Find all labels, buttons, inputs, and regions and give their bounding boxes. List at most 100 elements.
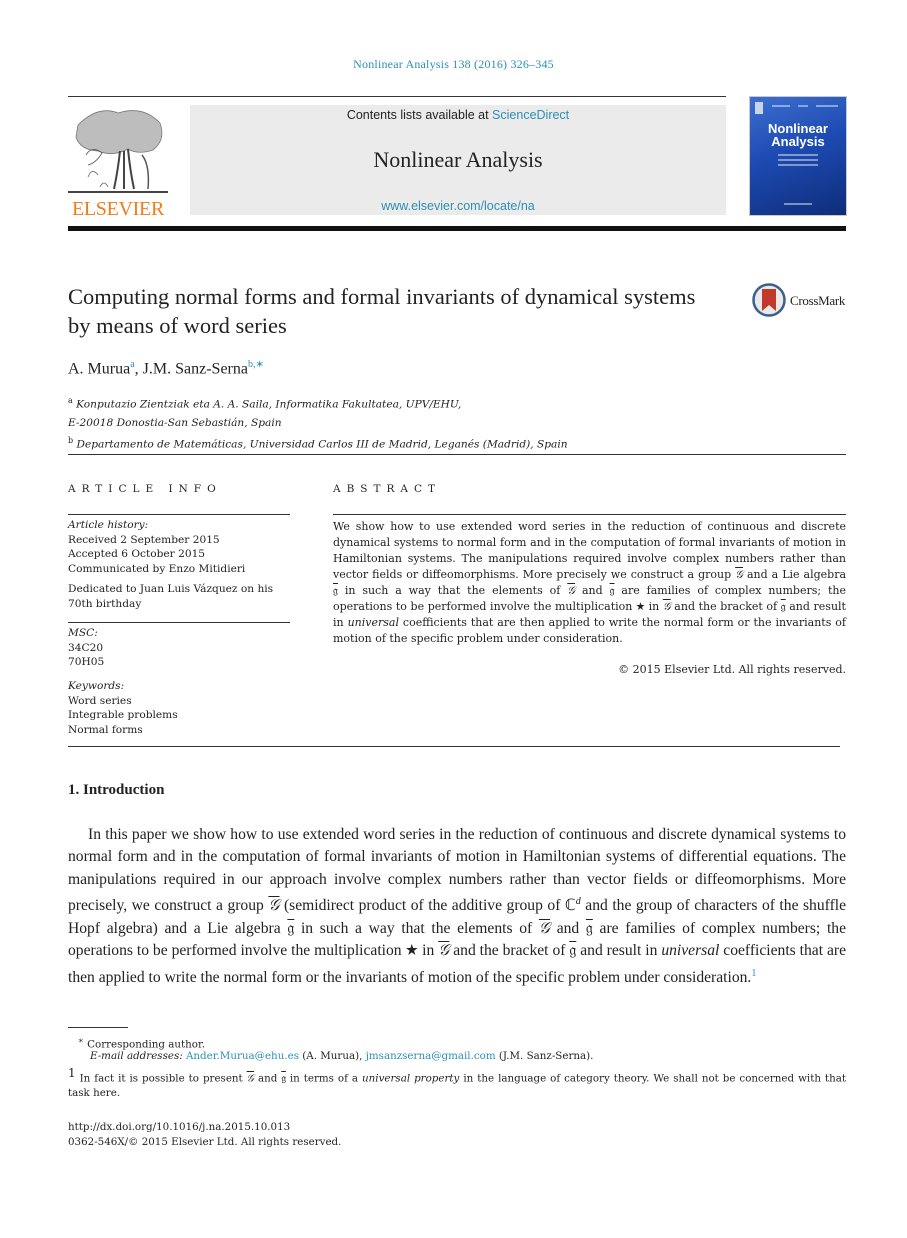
article-info-rule [68,622,290,623]
inline-text: 𝒢 [567,584,576,597]
crossmark-icon [752,283,786,317]
affiliation-mark: a [68,396,73,405]
journal-cover-image[interactable]: Nonlinear Analysis [750,97,846,215]
keywords: Keywords: Word series Integrable problem… [68,679,298,737]
abstract-rule [333,514,846,515]
keywords-label: Keywords: [68,680,125,692]
inline-text: and result in [576,942,662,960]
inline-text: 𝒢 [268,897,280,915]
affiliation-a: a Konputazio Zientziak eta A. A. Saila, … [68,392,848,414]
msc-code: 34C20 [68,641,104,654]
author-name: J.M. Sanz-Serna [142,360,248,378]
elsevier-wordmark: ELSEVIER [71,198,165,220]
inline-text: (J.M. Sanz-Serna). [495,1050,594,1062]
section-rule [68,746,840,747]
abstract-heading: ABSTRACT [333,483,442,495]
header-rule [68,96,726,97]
author-list: A. Muruaa, J.M. Sanz-Sernab,∗ [68,359,264,378]
abstract-text: We show how to use extended word series … [333,519,846,647]
inline-text: 𝒢 [438,942,450,960]
contents-line: Contents lists available at ScienceDirec… [190,108,726,122]
journal-name: Nonlinear Analysis [373,147,543,172]
affiliation-mark[interactable]: a [130,359,134,370]
affiliation-b: b Departamento de Matemáticas, Universid… [68,432,848,454]
issn-copyright: 0362-546X/© 2015 Elsevier Ltd. All right… [68,1136,342,1148]
paper-title: Computing normal forms and formal invari… [68,284,696,338]
section-heading-introduction: 1. Introduction [68,782,165,798]
cover-publisher-icon [755,102,763,114]
inline-text: 𝒢 [538,919,551,937]
affiliation-a-line2: E-20018 Donostia-San Sebastián, Spain [68,416,282,429]
email-link-murua[interactable]: Ander.Murua@ehu.es [186,1050,299,1062]
journal-header-box: Contents lists available at ScienceDirec… [190,105,726,215]
header-thick-rule [68,226,846,231]
dedication: Dedicated to Juan Luis Vázquez on his 70… [68,583,274,610]
keyword: Word series [68,694,132,707]
cover-text-line [816,105,838,107]
received-date: Received 2 September 2015 [68,533,220,546]
inline-text: coefficients that are then applied to wr… [333,616,846,645]
inline-text: universal [347,616,399,629]
footnote-1-link[interactable]: 1 [751,968,756,979]
crossmark-label: CrossMark [790,293,846,308]
crossmark-button[interactable]: CrossMark [752,282,852,322]
inline-text: (A. Murua), [298,1050,366,1062]
accepted-date: Accepted 6 October 2015 [68,548,206,560]
abstract-copyright: © 2015 Elsevier Ltd. All rights reserved… [618,663,846,676]
journal-citation-link[interactable]: Nonlinear Analysis 138 (2016) 326–345 [0,57,907,72]
inline-text: ∗ [78,1036,84,1046]
msc-codes: MSC: 34C20 70H05 [68,626,298,670]
history-label: Article history: [68,519,149,531]
inline-text: and [254,1072,282,1085]
cover-text-line [778,154,818,156]
inline-text: and the bracket of [670,600,781,613]
cover-text-line [798,105,808,107]
inline-text: 1 [68,1066,76,1080]
inline-text: and [575,584,610,597]
affiliation-text: Konputazio Zientziak eta A. A. Saila, In… [76,398,462,411]
inline-text: universal property [362,1072,460,1085]
inline-text: in terms of a [285,1072,363,1085]
affiliations: a Konputazio Zientziak eta A. A. Saila, … [68,392,848,453]
journal-url-link[interactable]: www.elsevier.com/locate/na [190,199,726,213]
section-rule [68,454,846,455]
contents-prefix: Contents lists available at [346,108,493,122]
inline-text: 𝒢 [735,568,743,581]
inline-text: 𝒢 [662,600,671,613]
keyword: Normal forms [68,723,143,736]
inline-text: and a Lie algebra [742,568,847,581]
email-label: E-mail addresses: [90,1050,183,1062]
footnote-rule [68,1027,128,1028]
article-info-rule [68,514,290,515]
doi-link[interactable]: http://dx.doi.org/10.1016/j.na.2015.10.0… [68,1120,290,1135]
article-info-heading: ARTICLE INFO [68,483,222,495]
inline-text: and the bracket of [449,942,570,960]
footnote-1: 1 In fact it is possible to present 𝒢 an… [68,1066,846,1101]
cover-text-line [778,159,818,161]
cover-title-line2: Analysis [771,134,825,149]
cover-text-line [784,203,812,205]
footnote-emails: E-mail addresses: Ander.Murua@ehu.es (A.… [90,1049,593,1064]
cover-title: Nonlinear Analysis [750,122,846,148]
msc-code: 70H05 [68,656,105,668]
cover-text-line [772,105,790,107]
inline-text: (semidirect product of the additive grou… [279,897,576,915]
inline-text: and [550,919,586,937]
elsevier-tree-icon [68,110,168,193]
email-link-sanz-serna[interactable]: jmsanzserna@gmail.com [366,1050,496,1062]
inline-text: in such a way that the elements of [294,919,539,937]
introduction-paragraph: In this paper we show how to use extende… [68,824,846,989]
inline-text: 𝔤 [585,919,593,937]
author-name: A. Murua [68,360,131,378]
inline-text: in such a way that the elements of [337,584,568,597]
elsevier-logo[interactable]: ELSEVIER [68,105,168,220]
inline-text: In fact it is possible to present [79,1072,247,1085]
affiliation-mark[interactable]: b,∗ [248,359,264,370]
keyword: Integrable problems [68,709,178,721]
sciencedirect-link[interactable]: ScienceDirect [492,108,569,122]
msc-label: MSC: [68,627,98,639]
affiliation-text: Departamento de Matemáticas, Universidad… [76,438,568,451]
inline-text: 𝒢 [246,1072,255,1085]
inline-text: universal [661,942,720,960]
cover-text-line [778,164,818,166]
